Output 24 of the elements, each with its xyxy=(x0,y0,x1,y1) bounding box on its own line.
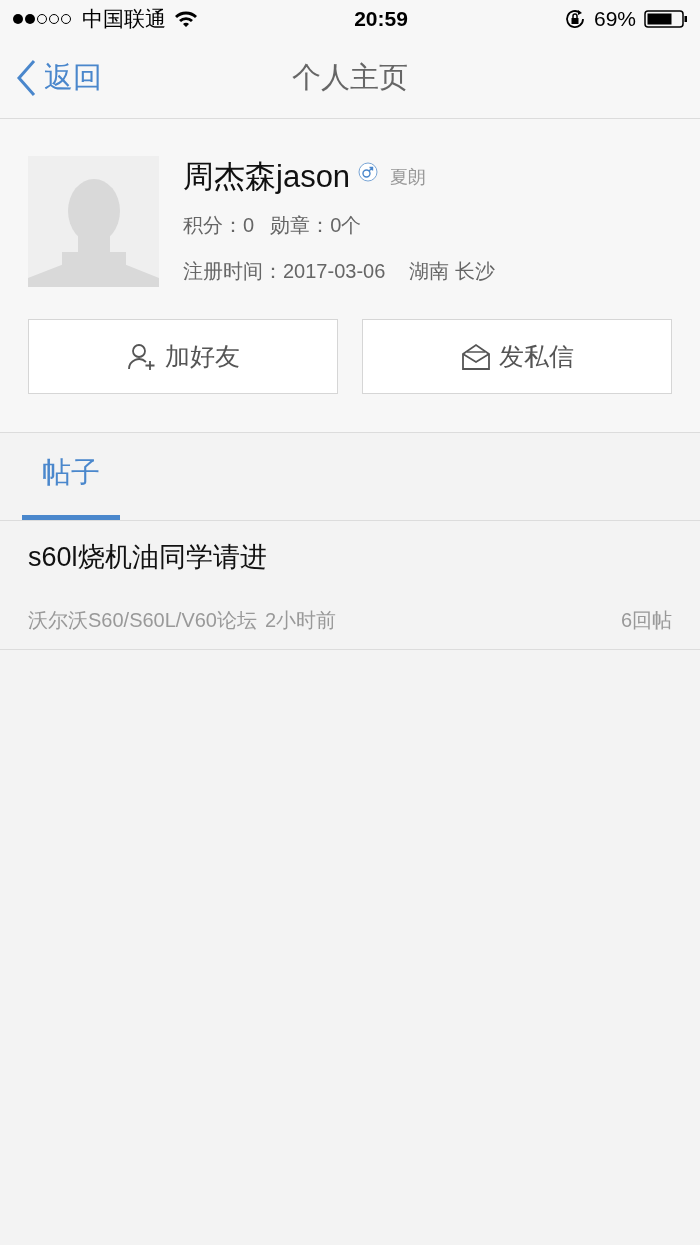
post-time: 2小时前 xyxy=(265,608,337,633)
envelope-icon xyxy=(460,342,491,371)
male-icon xyxy=(358,162,379,182)
signal-icon xyxy=(12,13,74,25)
forum-name: 沃尔沃S60/S60L/V60论坛 xyxy=(28,608,257,633)
message-button[interactable]: 发私信 xyxy=(362,319,672,394)
add-friend-button[interactable]: 加好友 xyxy=(28,319,338,394)
medals-text: 勋章：0个 xyxy=(270,213,362,239)
status-time: 20:59 xyxy=(354,6,408,33)
register-date: 注册时间：2017-03-06 xyxy=(183,259,386,285)
rotation-lock-icon xyxy=(563,8,586,30)
post-title[interactable]: s60l烧机油同学请进 xyxy=(28,536,672,577)
add-person-icon xyxy=(126,342,157,371)
page-title: 个人主页 xyxy=(292,60,408,96)
user-level: 夏朗 xyxy=(390,166,427,189)
points-text: 积分：0 xyxy=(183,213,255,239)
battery-percent: 69% xyxy=(593,6,636,33)
user-name: 周杰森jason xyxy=(183,160,351,195)
carrier-name: 中国联通 xyxy=(82,6,166,33)
battery-icon xyxy=(644,10,688,28)
wifi-icon xyxy=(174,10,198,28)
location-text: 湖南 长沙 xyxy=(409,259,495,285)
reply-count: 6回帖 xyxy=(620,608,672,633)
back-chevron-icon xyxy=(16,59,36,97)
